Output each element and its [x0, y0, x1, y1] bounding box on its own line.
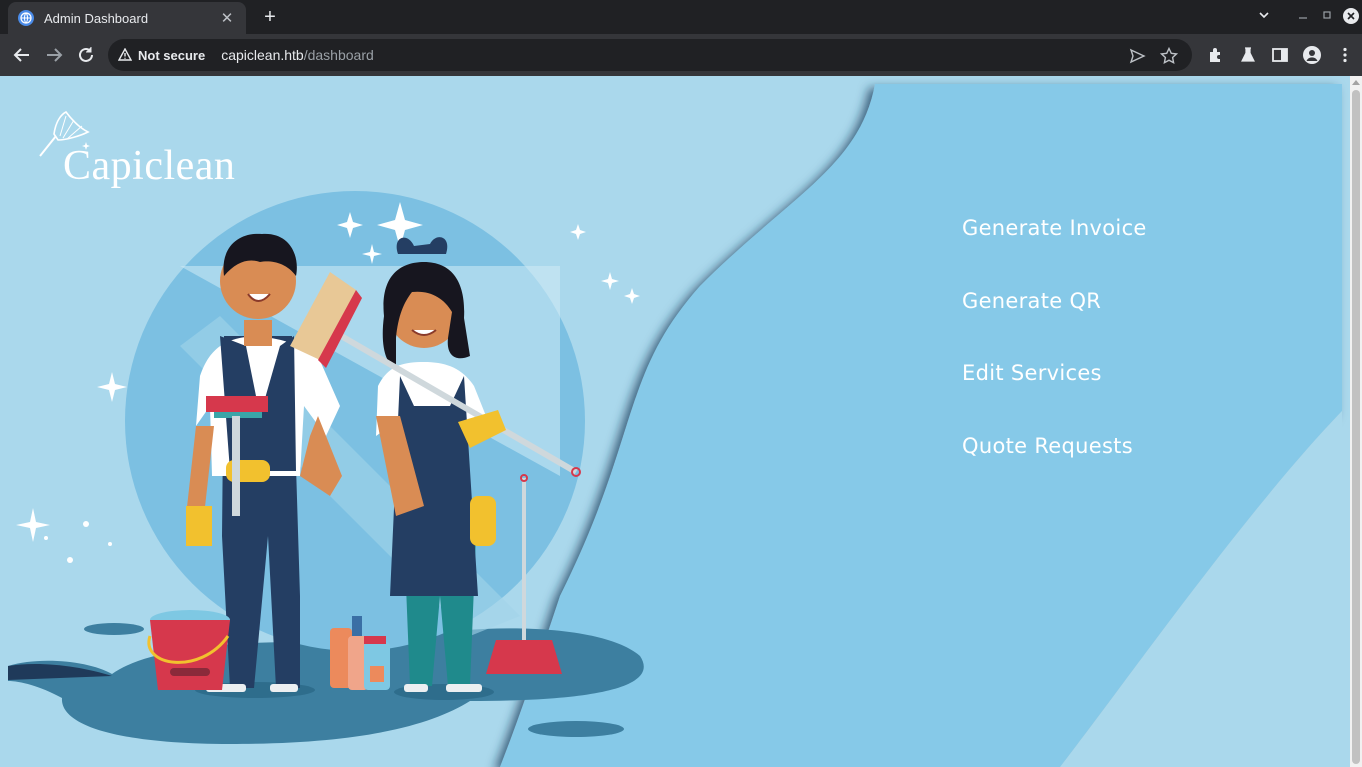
not-secure-indicator[interactable]: Not secure: [118, 48, 205, 63]
profile-avatar-icon[interactable]: [1303, 46, 1321, 64]
tab-search-chevron-down-icon[interactable]: [1257, 8, 1271, 25]
scrollbar-thumb[interactable]: [1352, 90, 1360, 764]
warning-icon: [118, 48, 132, 61]
close-window-icon[interactable]: [1342, 7, 1360, 28]
url-text: capiclean.htb/dashboard: [221, 47, 374, 63]
scroll-up-arrow-icon[interactable]: [1352, 80, 1360, 85]
send-tab-icon[interactable]: [1128, 47, 1146, 65]
maximize-window-icon[interactable]: [1322, 8, 1332, 25]
globe-icon: [18, 10, 34, 26]
bookmark-star-icon[interactable]: [1159, 46, 1179, 65]
generate-qr-link[interactable]: Generate QR: [962, 286, 1147, 359]
side-panel-icon[interactable]: [1271, 46, 1289, 64]
dashboard-menu: Generate Invoice Generate QR Edit Servic…: [962, 213, 1147, 503]
extensions-puzzle-icon[interactable]: [1207, 46, 1225, 64]
url-host: capiclean.htb: [221, 47, 304, 63]
reload-icon[interactable]: [76, 45, 96, 65]
more-menu-icon[interactable]: [1336, 46, 1354, 64]
bucket: [147, 610, 230, 690]
security-label: Not secure: [138, 47, 206, 63]
page-scrollbar[interactable]: [1350, 76, 1362, 767]
labs-flask-icon[interactable]: [1239, 46, 1257, 64]
edit-services-link[interactable]: Edit Services: [962, 358, 1147, 431]
close-tab-icon[interactable]: ✕: [218, 9, 236, 27]
dashboard-page: Capiclean Generate Invoice Generate QR E…: [0, 76, 1350, 767]
forward-arrow-icon[interactable]: [44, 45, 64, 65]
url-path: /dashboard: [303, 47, 374, 63]
browser-tab-active[interactable]: Admin Dashboard ✕: [8, 2, 246, 34]
generate-invoice-link[interactable]: Generate Invoice: [962, 213, 1147, 286]
minimize-window-icon[interactable]: [1298, 8, 1308, 25]
browser-titlebar: Admin Dashboard ✕ +: [0, 0, 1362, 34]
cleaning-staff-illustration: [8, 191, 644, 744]
back-arrow-icon[interactable]: [12, 45, 32, 65]
quote-requests-link[interactable]: Quote Requests: [962, 431, 1147, 504]
address-bar[interactable]: Not secure capiclean.htb/dashboard: [108, 39, 1192, 71]
browser-toolbar: Not secure capiclean.htb/dashboard: [0, 34, 1362, 76]
tab-title: Admin Dashboard: [44, 10, 149, 26]
new-tab-icon[interactable]: +: [259, 6, 281, 28]
